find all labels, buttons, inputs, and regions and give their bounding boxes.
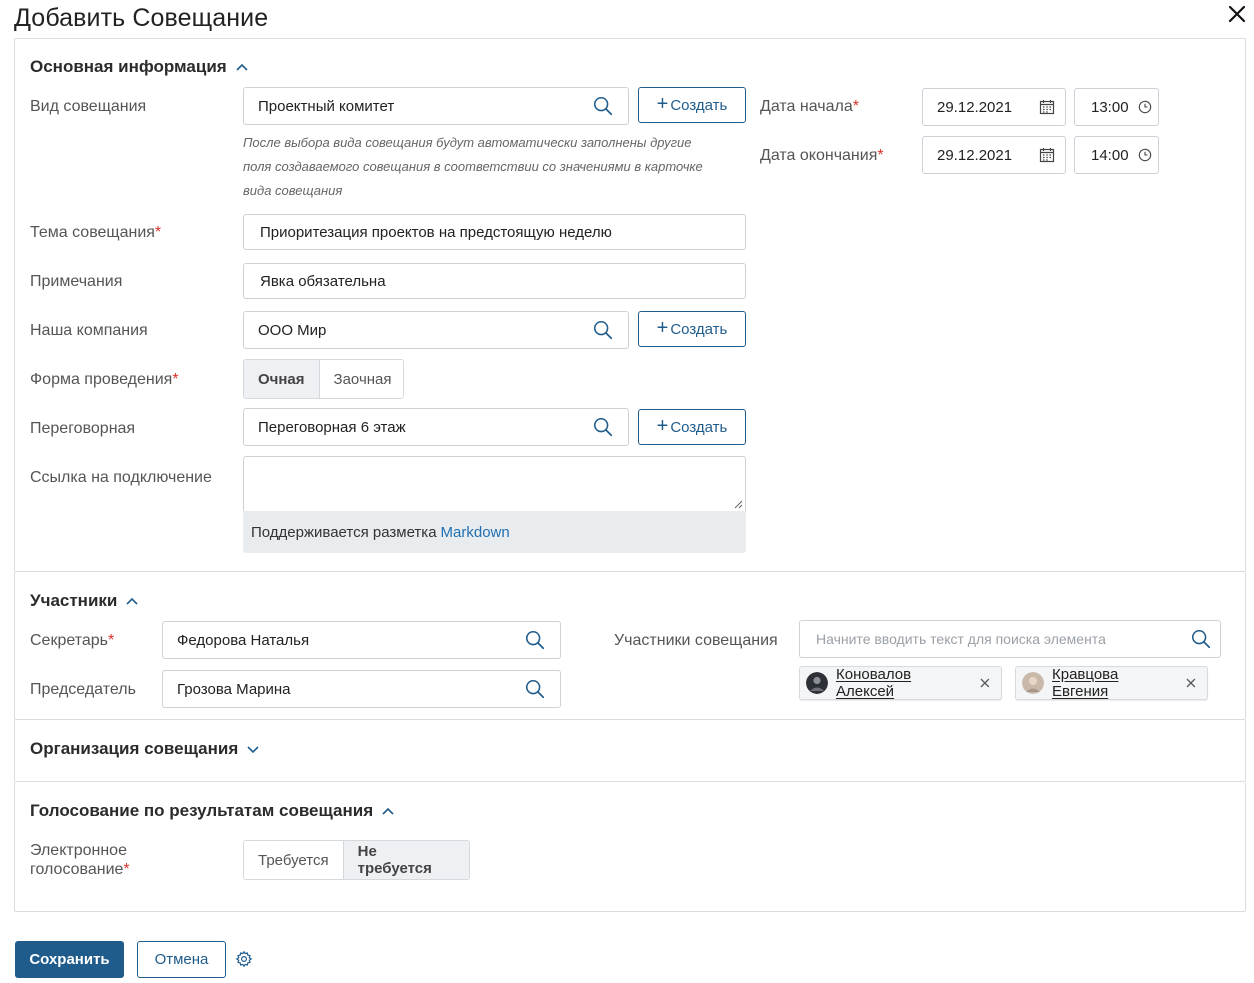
notes-input[interactable]: Явка обязательна (243, 263, 746, 299)
search-icon[interactable] (592, 319, 614, 341)
voting-header[interactable]: Голосование по результатам совещания (30, 801, 395, 821)
search-icon[interactable] (592, 95, 614, 117)
remove-icon[interactable] (979, 677, 991, 689)
participants-header[interactable]: Участники (30, 591, 139, 611)
secretary-value: Федорова Наталья (177, 631, 310, 649)
participant-name[interactable]: Коновалов Алексей (836, 666, 971, 700)
search-icon[interactable] (524, 629, 546, 651)
electronic-voting-label: Электронное голосование* (30, 841, 130, 879)
start-time-input[interactable]: 13:00 (1074, 88, 1159, 126)
chevron-up-icon (126, 597, 138, 605)
chairman-field[interactable]: Грозова Марина (162, 670, 561, 708)
electronic-voting-label-line2: голосование* (30, 861, 130, 878)
end-date-value: 29.12.2021 (937, 146, 1013, 164)
chairman-label: Председатель (30, 681, 136, 698)
format-option-remote[interactable]: Заочная (319, 360, 403, 398)
room-field[interactable]: Переговорная 6 этаж (243, 408, 629, 446)
clock-icon[interactable] (1138, 148, 1152, 162)
main-info-header[interactable]: Основная информация (30, 57, 249, 77)
organization-header[interactable]: Организация совещания (30, 739, 260, 759)
markdown-link[interactable]: Markdown (441, 524, 510, 541)
calendar-icon[interactable] (1039, 147, 1055, 163)
start-date-label: Дата начала* (760, 98, 859, 115)
search-icon[interactable] (524, 678, 546, 700)
voting-option-not-required[interactable]: Не требуется (342, 841, 469, 879)
topic-label-text: Тема совещания (30, 224, 155, 241)
avatar (806, 672, 828, 694)
members-label: Участники совещания (614, 632, 778, 649)
room-value: Переговорная 6 этаж (258, 418, 406, 436)
start-date-input[interactable]: 29.12.2021 (922, 88, 1066, 126)
end-time-input[interactable]: 14:00 (1074, 136, 1159, 174)
cancel-button[interactable]: Отмена (137, 941, 226, 978)
calendar-icon[interactable] (1039, 99, 1055, 115)
create-label: Создать (670, 320, 728, 338)
participant-chip: Коновалов Алексей (799, 666, 1002, 700)
participant-chip: Кравцова Евгения (1015, 666, 1208, 700)
close-icon[interactable] (1225, 2, 1249, 26)
members-search-input[interactable]: Начните вводить текст для поиска элемент… (799, 620, 1221, 658)
members-placeholder: Начните вводить текст для поиска элемент… (816, 631, 1106, 647)
link-textarea[interactable] (243, 456, 746, 512)
start-time-value: 13:00 (1091, 98, 1129, 116)
section-title: Участники (30, 591, 118, 610)
create-meeting-type-button[interactable]: + Создать (638, 87, 746, 123)
end-date-input[interactable]: 29.12.2021 (922, 136, 1066, 174)
topic-input[interactable]: Приоритезация проектов на предстоящую не… (243, 214, 746, 250)
secretary-field[interactable]: Федорова Наталья (162, 621, 561, 659)
markdown-hint-text: Поддерживается разметка (251, 523, 437, 541)
notes-label: Примечания (30, 273, 123, 290)
create-room-button[interactable]: + Создать (638, 409, 746, 445)
format-option-in-person[interactable]: Очная (244, 360, 320, 398)
section-title: Основная информация (30, 57, 227, 76)
section-title: Голосование по результатам совещания (30, 801, 374, 820)
secretary-label: Секретарь* (30, 632, 115, 649)
notes-value: Явка обязательна (260, 272, 386, 290)
electronic-voting-toggle: Требуется Не требуется (243, 840, 470, 880)
meeting-type-value: Проектный комитет (258, 97, 395, 115)
company-value: ООО Мир (258, 321, 327, 339)
search-icon[interactable] (592, 416, 614, 438)
chevron-up-icon (382, 807, 394, 815)
markdown-hint: Поддерживается разметка Markdown (243, 511, 746, 553)
topic-label: Тема совещания* (30, 224, 162, 241)
format-label-text: Форма проведения (30, 371, 173, 388)
chairman-value: Грозова Марина (177, 680, 291, 698)
create-label: Создать (670, 418, 728, 436)
format-toggle: Очная Заочная (243, 359, 404, 399)
search-icon[interactable] (1190, 628, 1212, 650)
dialog-title: Добавить Совещание (14, 4, 269, 32)
format-label: Форма проведения* (30, 371, 179, 388)
topic-value: Приоритезация проектов на предстоящую не… (260, 223, 612, 241)
end-time-value: 14:00 (1091, 146, 1129, 164)
create-company-button[interactable]: + Создать (638, 311, 746, 347)
start-label-text: Дата начала (760, 98, 853, 115)
meeting-type-field[interactable]: Проектный комитет (243, 87, 629, 125)
electronic-voting-label-line2-text: голосование (30, 861, 124, 878)
electronic-voting-label-line1: Электронное (30, 842, 127, 859)
section-title: Организация совещания (30, 739, 239, 758)
company-field[interactable]: ООО Мир (243, 311, 629, 349)
clock-icon[interactable] (1138, 100, 1152, 114)
start-date-value: 29.12.2021 (937, 98, 1013, 116)
chevron-up-icon (236, 63, 248, 71)
secretary-label-text: Секретарь (30, 632, 108, 649)
voting-option-required[interactable]: Требуется (244, 841, 343, 879)
gear-icon[interactable] (235, 950, 253, 968)
participant-name[interactable]: Кравцова Евгения (1052, 666, 1177, 700)
create-label: Создать (670, 96, 728, 114)
room-label: Переговорная (30, 420, 136, 437)
avatar (1022, 672, 1044, 694)
remove-icon[interactable] (1185, 677, 1197, 689)
chevron-down-icon (247, 746, 259, 754)
meeting-type-label: Вид совещания (30, 98, 147, 115)
meeting-type-hint: После выбора вида совещания будут автома… (243, 135, 703, 198)
end-date-label: Дата окончания* (760, 147, 884, 164)
end-label-text: Дата окончания (760, 147, 878, 164)
save-button[interactable]: Сохранить (15, 941, 124, 978)
link-label: Ссылка на подключение (30, 469, 212, 486)
resize-handle-icon[interactable] (733, 499, 743, 509)
company-label: Наша компания (30, 322, 148, 339)
